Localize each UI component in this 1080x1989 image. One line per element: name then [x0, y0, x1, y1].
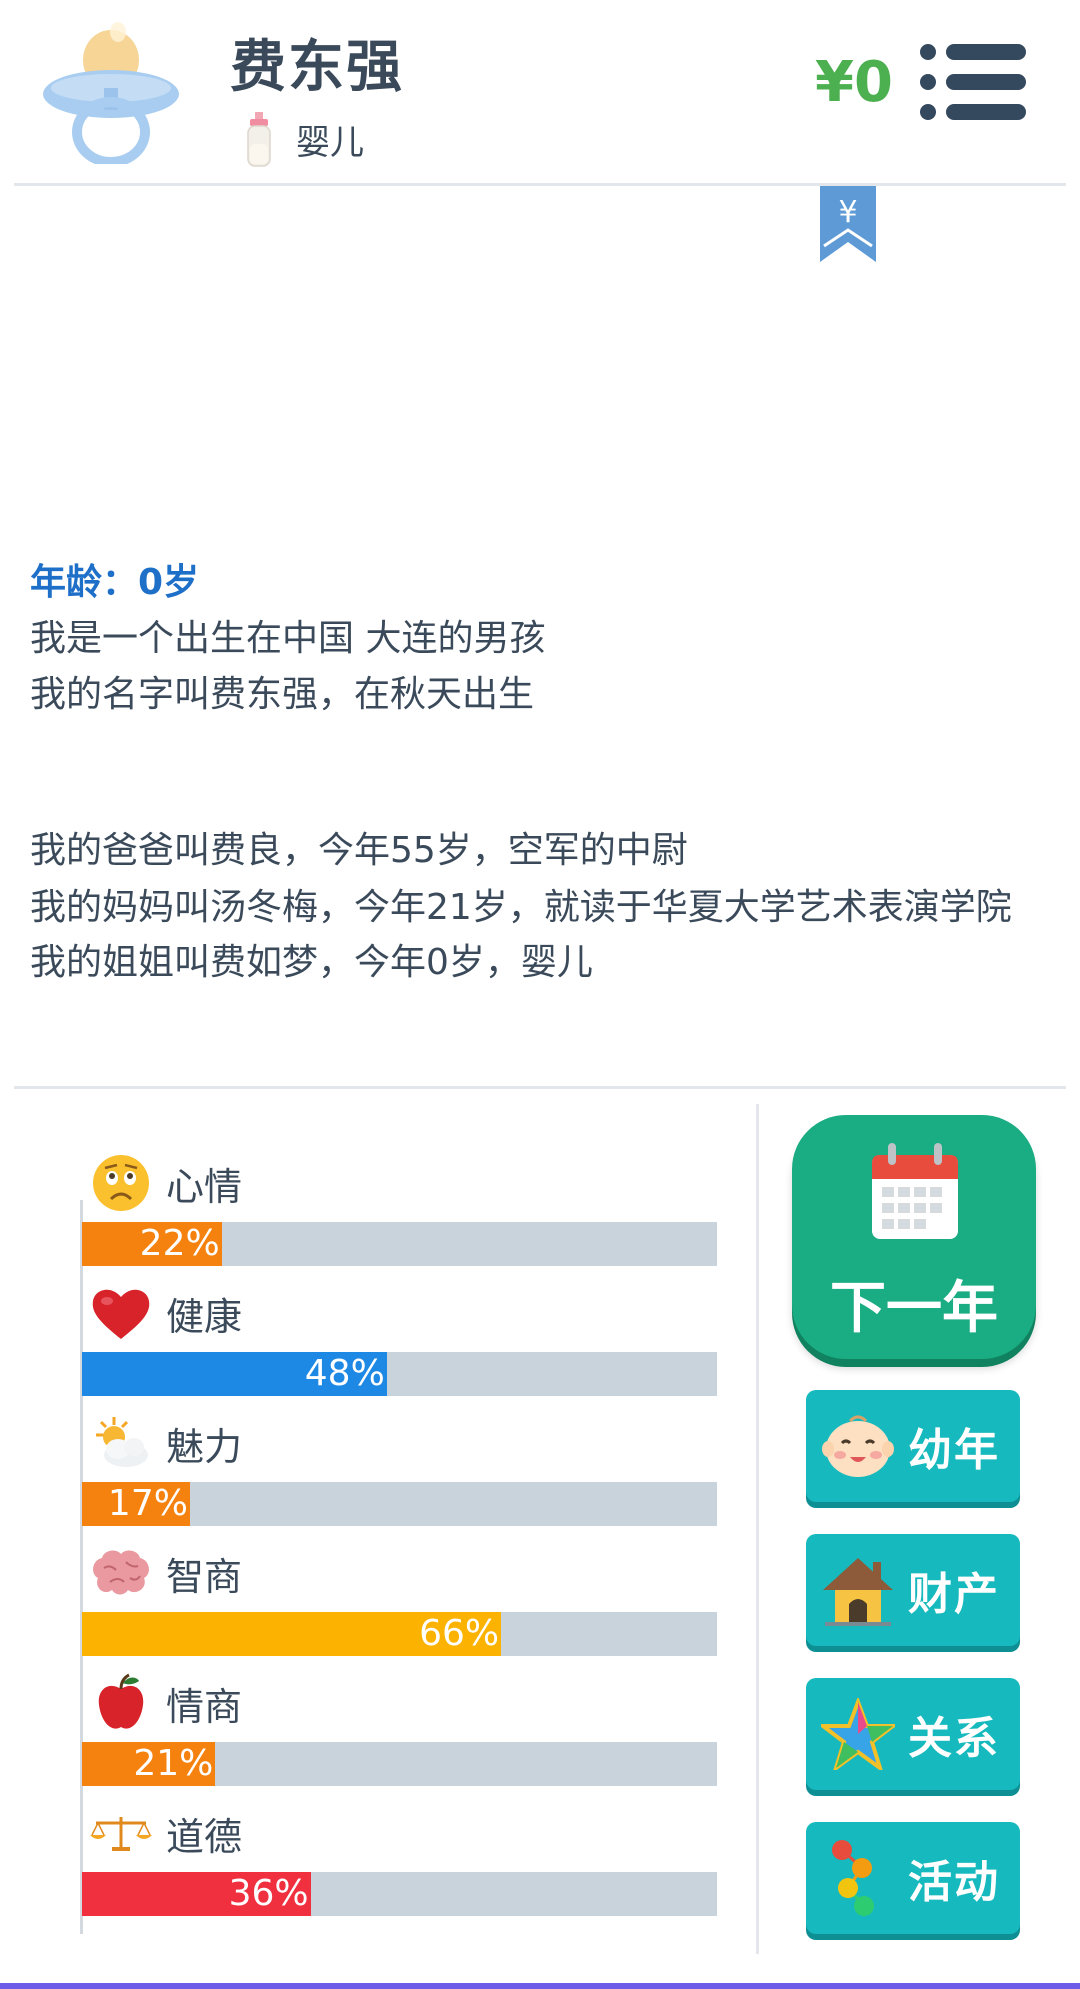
relations-button[interactable]: 关系 [806, 1678, 1020, 1790]
stat-iq: 智商 66% [82, 1538, 717, 1656]
stat-label: 魅力 [166, 1424, 243, 1469]
stat-health: 健康 48% [82, 1278, 717, 1396]
stat-eq: 情商 21% [82, 1668, 717, 1786]
menu-list-icon[interactable] [918, 42, 1026, 122]
baby-bottle-icon [247, 112, 271, 167]
calendar-icon [872, 1143, 958, 1239]
stat-label: 心情 [166, 1164, 243, 1209]
stat-bar: 22% [82, 1222, 717, 1266]
stat-mood: 心情 22% [82, 1148, 717, 1266]
apple-icon [98, 1673, 144, 1729]
heart-icon [92, 1289, 150, 1339]
house-icon [823, 1558, 893, 1626]
bookmark-symbol: ¥ [838, 195, 857, 230]
stat-percent: 17% [107, 1483, 188, 1524]
header-divider [14, 183, 1066, 186]
header: 费东强 婴儿 ¥0 [0, 0, 1080, 184]
stat-bar: 17% [82, 1482, 717, 1526]
mother-line: 我的妈妈叫汤冬梅，今年21岁，就读于华夏大学艺术表演学院 [30, 887, 1012, 928]
stat-bar: 36% [82, 1872, 717, 1916]
stat-label: 智商 [166, 1554, 243, 1599]
property-label: 财产 [908, 1569, 1000, 1620]
money-bookmark[interactable]: ¥ [820, 186, 876, 262]
father-line: 我的爸爸叫费良，今年55岁，空军的中尉 [30, 830, 688, 871]
worried-face-icon [93, 1155, 149, 1211]
story-line: 我的名字叫费东强，在秋天出生 [30, 674, 535, 715]
pacifier-icon[interactable] [36, 4, 186, 164]
story-line: 我是一个出生在中国 大连的男孩 [30, 618, 546, 659]
activities-label: 活动 [908, 1857, 1000, 1908]
stat-morality: 道德 36% [82, 1798, 717, 1916]
stat-percent: 48% [304, 1353, 385, 1394]
relations-label: 关系 [908, 1713, 1000, 1764]
property-button[interactable]: 财产 [806, 1534, 1020, 1646]
stat-label: 健康 [166, 1294, 243, 1339]
molecule-icon [832, 1840, 874, 1916]
childhood-button[interactable]: 幼年 [806, 1390, 1020, 1502]
stat-percent: 36% [228, 1873, 309, 1914]
stage-label: 婴儿 [296, 122, 364, 163]
bottom-strip [0, 1983, 1080, 1989]
activities-button[interactable]: 活动 [806, 1822, 1020, 1934]
section-divider [14, 1086, 1066, 1089]
stat-percent: 22% [139, 1223, 220, 1264]
stat-charm: 魅力 17% [82, 1408, 717, 1526]
stat-bar: 48% [82, 1352, 717, 1396]
childhood-label: 幼年 [908, 1425, 1000, 1476]
life-stage: 婴儿 [244, 110, 364, 168]
age-line: 年龄：0岁 [30, 562, 200, 603]
baby-face-icon [822, 1415, 894, 1477]
bookmark-icon: ¥ [820, 186, 876, 262]
stat-bar: 21% [82, 1742, 717, 1786]
life-story: 年龄：0岁 我是一个出生在中国 大连的男孩 我的名字叫费东强，在秋天出生 我的爸… [30, 555, 1060, 991]
star-icon [821, 1698, 895, 1770]
column-divider [756, 1104, 759, 1954]
stat-label: 情商 [166, 1684, 243, 1729]
sister-line: 我的姐姐叫费如梦，今年0岁，婴儿 [30, 942, 593, 983]
player-name: 费东强 [230, 35, 404, 100]
scales-icon [90, 1817, 152, 1851]
next-year-button[interactable]: 下一年 [792, 1115, 1036, 1359]
stat-bar: 66% [82, 1612, 717, 1656]
sun-cloud-icon [96, 1417, 148, 1467]
stat-label: 道德 [166, 1814, 243, 1859]
stat-percent: 21% [133, 1743, 214, 1784]
money-display: ¥0 [815, 50, 893, 115]
stat-percent: 66% [419, 1613, 500, 1654]
next-year-label: 下一年 [830, 1276, 998, 1341]
brain-icon [93, 1550, 149, 1595]
